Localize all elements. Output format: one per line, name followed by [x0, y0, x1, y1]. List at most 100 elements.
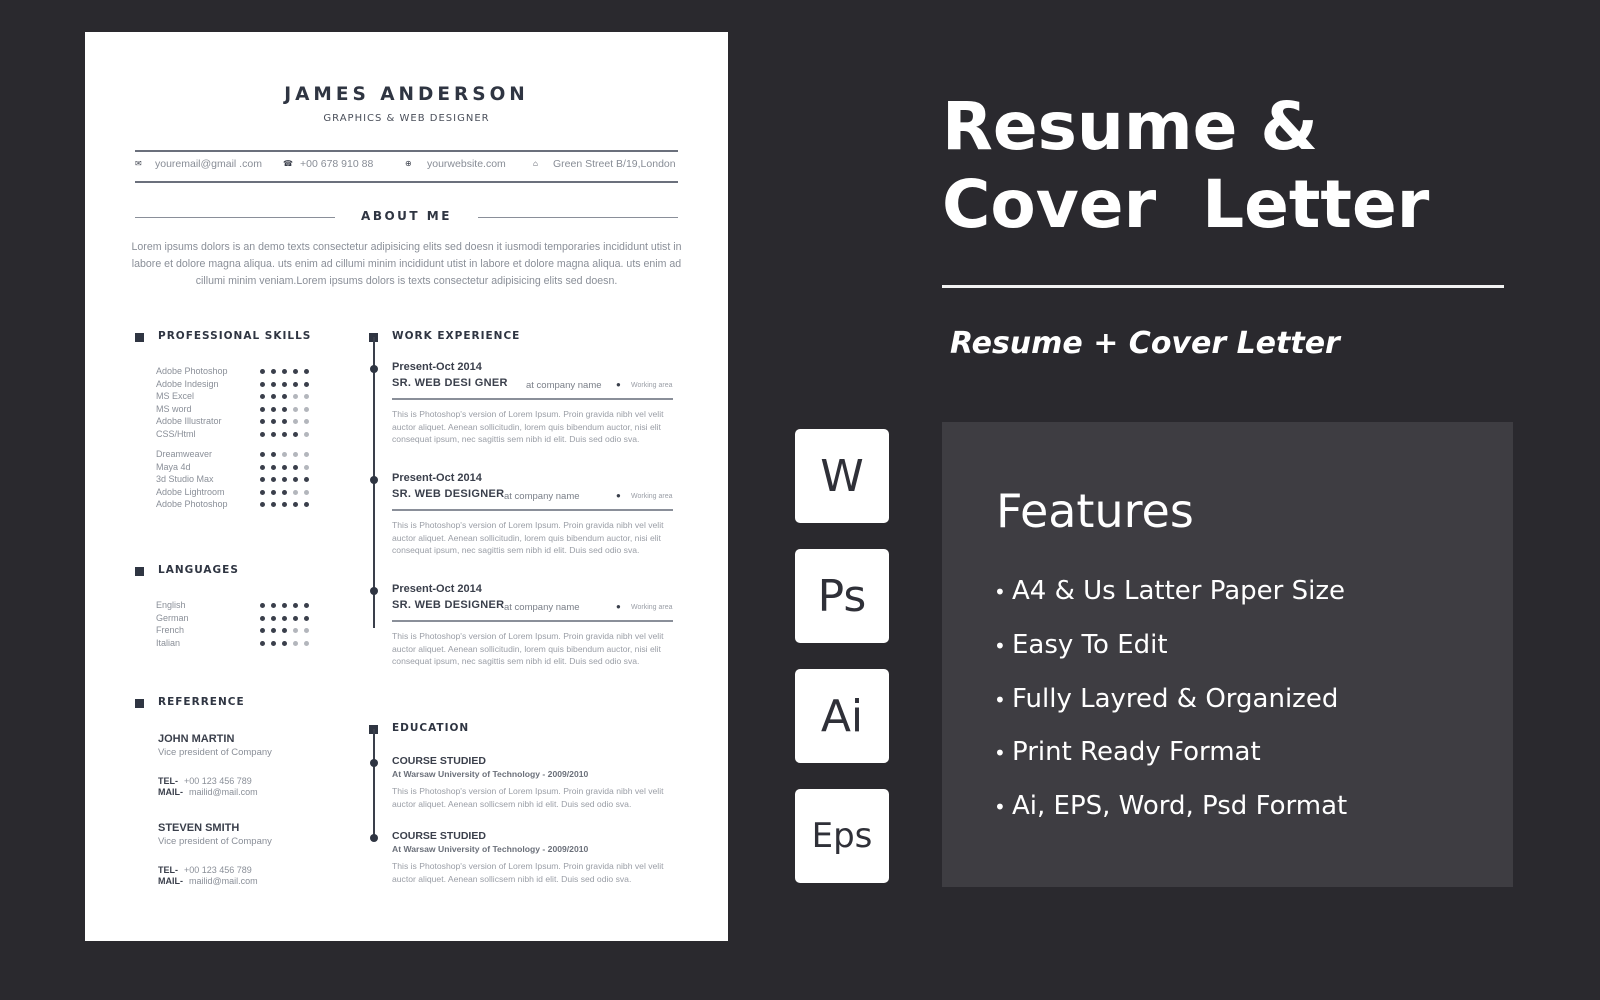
rating-dot-filled-icon: [260, 452, 265, 457]
rating-dot-filled-icon: [260, 615, 265, 621]
job-date: Present-Oct 2014: [392, 472, 482, 484]
rating-dots: [260, 502, 309, 507]
mail-label: MAIL-: [158, 787, 183, 797]
bullet-icon: •: [994, 580, 1006, 604]
rating-dot-filled-icon: [271, 603, 276, 608]
reference-tel: TEL- +00 123 456 789: [158, 865, 252, 875]
reference-position: Vice president of Company: [158, 836, 272, 847]
rating-row: Dreamweaver: [156, 449, 316, 461]
rating-label: MS Excel: [156, 391, 195, 401]
rating-dot-filled-icon: [282, 477, 287, 482]
rating-dot-filled-icon: [282, 431, 287, 437]
rating-dot-filled-icon: [271, 381, 276, 387]
photoshop-icon: Ps: [795, 549, 889, 643]
bullet-icon: •: [994, 688, 1006, 712]
rating-dot-filled-icon: [282, 640, 287, 646]
rating-dot-filled-icon: [271, 489, 276, 495]
job-company: at company name: [504, 602, 580, 613]
rating-row: Adobe Indesign: [156, 379, 316, 391]
rating-dot-filled-icon: [282, 615, 287, 621]
rating-dots: [260, 369, 309, 374]
rating-dots: [260, 489, 309, 495]
features-title: Features: [996, 484, 1194, 538]
rating-dot-filled-icon: [282, 394, 287, 399]
divider: [135, 181, 678, 183]
tel-label: TEL-: [158, 776, 178, 786]
timeline-line: [373, 729, 375, 837]
job-company: at company name: [504, 491, 580, 502]
resume-name: JAMES ANDERSON: [284, 84, 529, 105]
education-description: This is Photoshop's version of Lorem Ips…: [392, 786, 664, 809]
job-title: SR. WEB DESI GNER: [392, 377, 508, 389]
features-panel: Features • A4 & Us Latter Paper Size • Eas…: [942, 422, 1513, 887]
rating-dot-filled-icon: [271, 464, 276, 470]
rating-dot-filled-icon: [271, 640, 276, 646]
rating-dot-filled-icon: [271, 615, 276, 621]
contact-address: Green Street B/19,London: [553, 158, 676, 170]
tel-value: +00 123 456 789: [184, 776, 252, 786]
rating-row: Adobe Lightroom: [156, 487, 316, 499]
job-location: Working area: [631, 604, 673, 611]
bullet-icon: •: [994, 741, 1006, 765]
rating-row: Adobe Photoshop: [156, 366, 316, 378]
rating-dot-filled-icon: [304, 502, 309, 507]
location-pin-icon: ●: [616, 602, 621, 611]
rating-dots: [260, 394, 309, 399]
rating-dot-filled-icon: [293, 502, 298, 507]
rating-dot-empty-icon: [304, 452, 309, 457]
section-marker-icon: [135, 699, 144, 708]
education-course: COURSE STUDIED: [392, 755, 486, 767]
contact-bar: ✉ youremail@gmail .com ☎ +00 678 910 88 …: [135, 158, 678, 172]
resume-preview: JAMES ANDERSON GRAPHICS & WEB DESIGNER ✉…: [85, 32, 728, 941]
rating-label: French: [156, 625, 185, 635]
rating-dot-filled-icon: [271, 628, 276, 633]
timeline-dot-icon: [370, 759, 378, 767]
timeline-dot-icon: [370, 587, 378, 595]
education-school: At Warsaw University of Technology - 200…: [392, 844, 589, 854]
rating-dots: [260, 452, 309, 457]
rating-dots: [260, 419, 309, 424]
job-title: SR. WEB DESIGNER: [392, 599, 505, 611]
feature-label: Easy To Edit: [1012, 630, 1168, 660]
rating-dot-filled-icon: [271, 406, 276, 412]
location-pin-icon: ●: [616, 491, 621, 500]
rating-dots: [260, 628, 309, 633]
rating-dot-filled-icon: [260, 419, 265, 424]
bullet-icon: •: [994, 795, 1006, 819]
reference-title: REFERRENCE: [158, 696, 245, 708]
job-location: Working area: [631, 493, 673, 500]
job-date: Present-Oct 2014: [392, 583, 482, 595]
feature-item: • Print Ready Format: [994, 737, 1261, 767]
rating-dots: [260, 464, 309, 470]
rating-dot-filled-icon: [260, 381, 265, 387]
reference-mail: MAIL-mailid@mail.com: [158, 787, 258, 797]
rating-row: Maya 4d: [156, 462, 316, 474]
rating-dot-empty-icon: [293, 640, 298, 646]
rating-dot-empty-icon: [304, 628, 309, 633]
eps-icon: Eps: [795, 789, 889, 883]
promo-subtitle: Resume + Cover Letter: [950, 326, 1340, 361]
rating-label: English: [156, 600, 186, 610]
rating-row: CSS/Html: [156, 429, 316, 441]
rating-dot-filled-icon: [260, 640, 265, 646]
education-school: At Warsaw University of Technology - 200…: [392, 769, 589, 779]
rating-label: 3d Studio Max: [156, 474, 214, 484]
rating-dot-filled-icon: [282, 419, 287, 424]
rating-row: 3d Studio Max: [156, 474, 316, 486]
job-date: Present-Oct 2014: [392, 361, 482, 373]
rating-dot-filled-icon: [304, 603, 309, 608]
skills-title: PROFESSIONAL SKILLS: [158, 330, 312, 342]
work-title: WORK EXPERIENCE: [392, 330, 521, 342]
section-marker-icon: [135, 567, 144, 576]
reference-tel: TEL- +00 123 456 789: [158, 776, 252, 786]
languages-title: LANGUAGES: [158, 564, 239, 576]
envelope-icon: ✉: [135, 159, 142, 168]
feature-label: Fully Layred & Organized: [1012, 684, 1339, 714]
about-title: ABOUT ME: [361, 209, 452, 223]
rating-dot-filled-icon: [260, 502, 265, 507]
rating-dot-empty-icon: [304, 431, 309, 437]
rating-dot-empty-icon: [293, 406, 298, 412]
rating-label: Italian: [156, 637, 181, 648]
job-title: SR. WEB DESIGNER: [392, 488, 505, 500]
feature-item: • Easy To Edit: [994, 630, 1168, 660]
